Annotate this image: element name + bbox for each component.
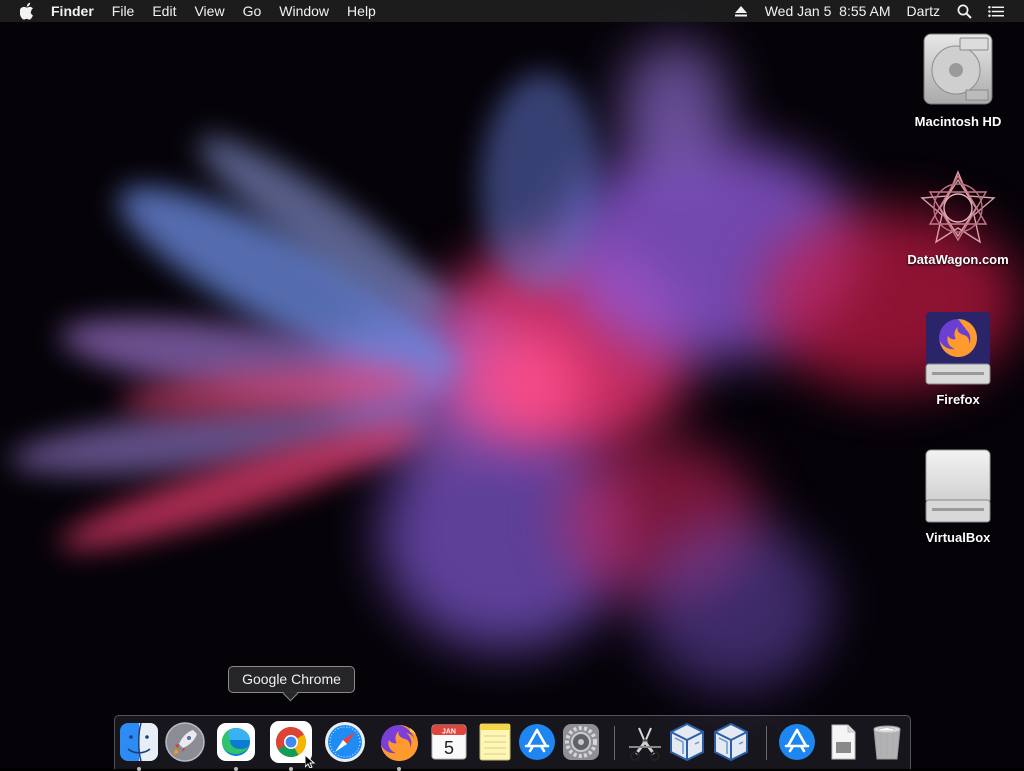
finder-icon <box>120 722 158 762</box>
app-store-icon <box>519 724 555 760</box>
calendar-day: 5 <box>444 738 454 758</box>
firefox-icon <box>381 725 418 761</box>
desktop-icon-label: DataWagon.com <box>907 252 1009 267</box>
hard-drive-icon <box>920 32 996 108</box>
search-icon[interactable] <box>956 3 972 19</box>
firefox-disk-icon <box>920 310 996 386</box>
eject-icon[interactable] <box>733 3 749 19</box>
menu-window[interactable]: Window <box>270 0 338 22</box>
dock-item-calendar[interactable]: JAN 5 <box>427 720 471 764</box>
mouse-cursor-icon <box>305 755 316 768</box>
menubar-clock[interactable]: Wed Jan 5 8:55 AM <box>757 0 899 22</box>
menu-view[interactable]: View <box>185 0 233 22</box>
dock-item-screenshot-tool[interactable] <box>623 720 667 764</box>
screenshot-tool-icon <box>629 727 661 761</box>
safari-icon <box>325 722 365 762</box>
star-pattern-icon <box>920 170 996 246</box>
menu-go[interactable]: Go <box>234 0 271 22</box>
dock-item-system-preferences[interactable] <box>559 720 603 764</box>
apple-icon[interactable] <box>20 2 36 20</box>
menu-app-name[interactable]: Finder <box>51 0 103 22</box>
desktop-icon-virtualbox[interactable]: VirtualBox <box>898 448 1018 545</box>
dock-item-launchpad[interactable] <box>163 720 207 764</box>
dock-tooltip: Google Chrome <box>228 666 355 693</box>
calendar-icon: JAN 5 <box>431 724 467 760</box>
dock-item-document[interactable] <box>821 720 865 764</box>
desktop-icon-datawagon[interactable]: DataWagon.com <box>898 170 1018 267</box>
menu-bar: Finder File Edit View Go Window Help Wed… <box>0 0 1024 22</box>
desktop-icon-label: VirtualBox <box>925 530 991 545</box>
trash-icon <box>873 725 901 760</box>
dock-item-safari[interactable] <box>323 720 367 764</box>
dock-item-firefox[interactable] <box>377 720 421 771</box>
dock-item-notes[interactable] <box>473 720 517 764</box>
menu-file[interactable]: File <box>103 0 144 22</box>
launchpad-icon <box>165 722 205 762</box>
dock-item-virtualbox-2[interactable] <box>709 720 753 764</box>
external-drive-icon <box>920 448 996 524</box>
menubar-user[interactable]: Dartz <box>899 0 948 22</box>
list-icon[interactable] <box>988 3 1004 19</box>
desktop-icon-firefox[interactable]: Firefox <box>898 310 1018 407</box>
notes-icon <box>479 723 511 761</box>
desktop-icon-label: Firefox <box>936 392 980 407</box>
calendar-month: JAN <box>442 729 456 736</box>
dock-item-finder[interactable] <box>117 720 161 771</box>
dock-separator <box>614 726 615 760</box>
dock: JAN 5 <box>114 715 911 771</box>
menu-help[interactable]: Help <box>338 0 385 22</box>
menu-edit[interactable]: Edit <box>143 0 185 22</box>
dock-item-app-store-downloads[interactable] <box>775 720 819 764</box>
document-icon <box>831 724 856 760</box>
dock-item-trash[interactable] <box>865 720 909 764</box>
desktop-icon-macintosh-hd[interactable]: Macintosh HD <box>898 32 1018 129</box>
desktop-icon-label: Macintosh HD <box>914 114 1002 129</box>
app-store-downloads-icon <box>779 724 815 760</box>
dock-item-app-store[interactable] <box>515 720 559 764</box>
virtualbox-icon <box>714 722 748 762</box>
desktop-wallpaper <box>0 0 1024 768</box>
system-preferences-icon <box>563 724 599 760</box>
dock-separator <box>766 726 767 760</box>
dock-item-edge[interactable] <box>214 720 258 771</box>
edge-icon <box>217 723 255 761</box>
virtualbox-icon <box>670 722 704 762</box>
dock-item-virtualbox[interactable] <box>665 720 709 764</box>
